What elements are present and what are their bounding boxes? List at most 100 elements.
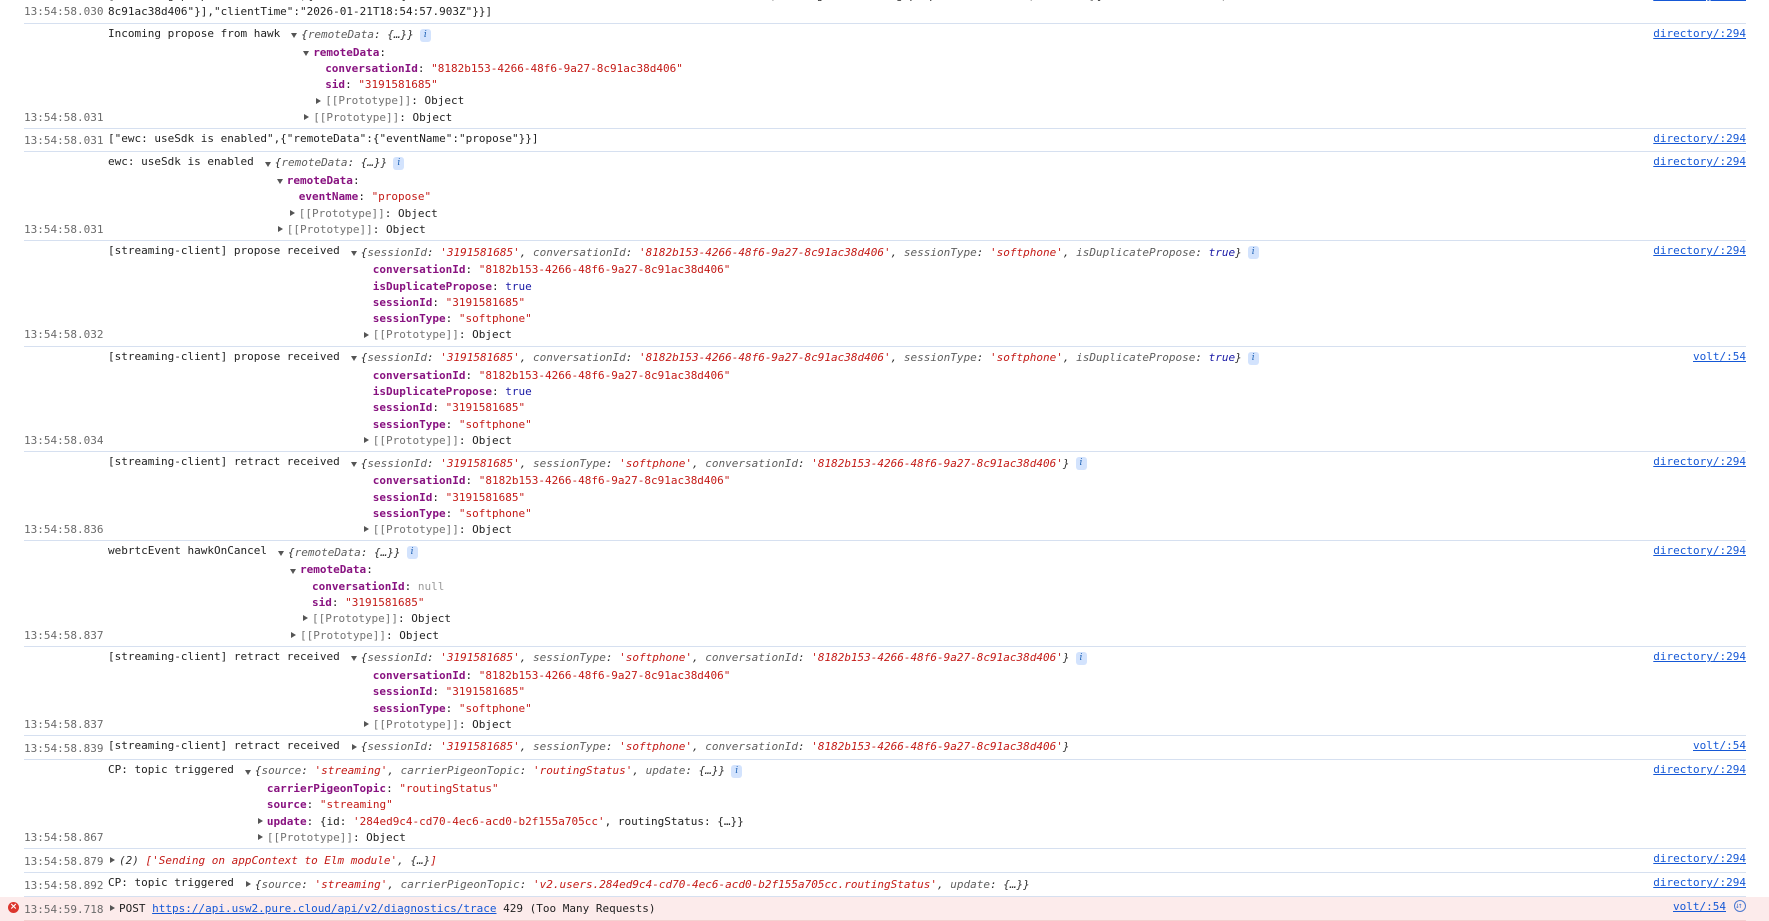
info-icon[interactable]: i	[406, 546, 418, 560]
collapsed-arrow-icon[interactable]	[362, 525, 373, 535]
expanded-arrow-icon[interactable]	[302, 48, 313, 58]
tree-line[interactable]: {remoteData: {…}} i	[290, 26, 683, 45]
tree-line[interactable]: [[Prototype]]: Object	[350, 433, 1259, 449]
source-link[interactable]: volt/:54	[1673, 738, 1746, 754]
info-icon[interactable]: i	[1075, 651, 1087, 665]
tree-line[interactable]: [[Prototype]]: Object	[350, 522, 1087, 538]
property-key: source	[266, 798, 307, 812]
info-icon[interactable]: i	[1247, 246, 1259, 260]
source-link[interactable]: directory/:294	[1633, 762, 1746, 778]
tree-line[interactable]: {sessionId: '3191581685', conversationId…	[350, 243, 1259, 262]
source-link[interactable]: directory/:294	[1633, 131, 1746, 147]
tree-line: sessionType: "softphone"	[350, 701, 1087, 717]
message-content: 13:54:58.836 [streaming-client] retract r…	[24, 452, 1746, 542]
tree-line[interactable]: update: {id: '284ed9c4-cd70-4ec6-acd0-b2…	[244, 814, 744, 830]
collapsed-arrow-icon[interactable]	[362, 436, 373, 446]
source-link[interactable]: directory/:294	[1633, 454, 1746, 470]
tree-line[interactable]: remoteData:	[264, 173, 438, 189]
expanded-arrow-icon[interactable]	[350, 653, 361, 663]
source-link[interactable]: directory/:294	[1633, 26, 1746, 42]
preview-punctuation: ,	[519, 456, 534, 470]
tree-line[interactable]: [[Prototype]]: Object	[290, 110, 683, 126]
collapsed-arrow-icon[interactable]	[301, 614, 312, 624]
collapsed-arrow-icon[interactable]	[256, 833, 267, 843]
property-key: conversationId	[372, 668, 466, 682]
collapsed-arrow-icon[interactable]	[362, 331, 373, 341]
timestamp: 13:54:59.718	[24, 902, 104, 916]
tree-line[interactable]: {sessionId: '3191581685', sessionType: '…	[350, 738, 1070, 757]
info-icon[interactable]: i	[1075, 457, 1087, 471]
expanded-arrow-icon[interactable]	[350, 248, 361, 258]
collapsed-arrow-icon[interactable]	[350, 743, 361, 753]
message-body: CP: topic triggered{source: 'streaming',…	[108, 762, 1633, 846]
tree-line[interactable]: {sessionId: '3191581685', sessionType: '…	[350, 649, 1087, 668]
text: :	[366, 563, 373, 577]
info-icon[interactable]: i	[1247, 351, 1259, 365]
source-link[interactable]: directory/:294	[1633, 243, 1746, 259]
expanded-arrow-icon[interactable]	[264, 159, 275, 169]
tree-line[interactable]: {remoteData: {…}} i	[264, 154, 438, 173]
string-value: "3191581685"	[445, 685, 526, 699]
tree-line[interactable]: [[Prototype]]: Object	[244, 830, 744, 846]
collapsed-arrow-icon[interactable]	[314, 97, 325, 107]
source-link[interactable]: directory/:294	[1633, 649, 1746, 665]
expanded-arrow-icon[interactable]	[277, 548, 288, 558]
tree-line[interactable]: remoteData:	[290, 45, 683, 61]
tree-line[interactable]: {source: 'streaming', carrierPigeonTopic…	[244, 875, 1030, 894]
tree-line[interactable]: remoteData:	[277, 562, 451, 578]
tree-line[interactable]: {remoteData: {…}} i	[277, 543, 451, 562]
source-link[interactable]: directory/:294	[1633, 543, 1746, 559]
tree-line[interactable]: POST https://api.usw2.pure.cloud/api/v2/…	[108, 899, 655, 918]
tree-line[interactable]: [[Prototype]]: Object	[350, 717, 1087, 733]
preview-punctuation: ,	[937, 877, 951, 891]
collapsed-arrow-icon[interactable]	[362, 720, 373, 730]
tree-line[interactable]: [[Prototype]]: Object	[277, 611, 451, 627]
arrow-spacer	[362, 387, 373, 397]
collapsed-arrow-icon[interactable]	[276, 225, 287, 235]
tree-line[interactable]: [[Prototype]]: Object	[277, 628, 451, 644]
tree-line[interactable]: [[Prototype]]: Object	[350, 327, 1259, 343]
object-tree: {remoteData: {…}} i remoteData: conversatio…	[290, 26, 683, 126]
collapsed-arrow-icon[interactable]	[302, 113, 313, 123]
tree-line[interactable]: {source: 'streaming', carrierPigeonTopic…	[244, 762, 744, 781]
tree-line[interactable]: {sessionId: '3191581685', conversationId…	[350, 349, 1259, 368]
timestamp: 13:54:58.839	[24, 741, 104, 755]
tree-line[interactable]: [[Prototype]]: Object	[290, 93, 683, 109]
object-tree: {source: 'streaming', carrierPigeonTopic…	[244, 875, 1030, 894]
tree-line[interactable]: [[Prototype]]: Object	[264, 206, 438, 222]
text: :	[432, 401, 446, 415]
tree-line[interactable]: [[Prototype]]: Object	[264, 222, 438, 238]
collapsed-arrow-icon[interactable]	[256, 817, 267, 827]
expanded-arrow-icon[interactable]	[276, 176, 287, 186]
preview-punctuation: ,	[519, 351, 534, 365]
property-key: remoteData	[299, 563, 367, 577]
collapsed-arrow-icon[interactable]	[288, 209, 299, 219]
source-link[interactable]: directory/:294	[1633, 154, 1746, 170]
boolean-value: true	[505, 279, 532, 293]
expanded-arrow-icon[interactable]	[290, 30, 301, 40]
preview-punctuation: {	[360, 651, 368, 665]
expanded-arrow-icon[interactable]	[244, 767, 255, 777]
info-icon[interactable]: i	[419, 28, 431, 42]
expanded-arrow-icon[interactable]	[350, 353, 361, 363]
expanded-arrow-icon[interactable]	[350, 459, 361, 469]
tree-line[interactable]: {sessionId: '3191581685', sessionType: '…	[350, 454, 1087, 473]
request-url-link[interactable]: https://api.usw2.pure.cloud/api/v2/diagn…	[152, 901, 496, 917]
network-request-icon[interactable]	[1734, 898, 1746, 915]
collapsed-arrow-icon[interactable]	[244, 880, 255, 890]
tree-line[interactable]: (2) ['Sending on appContext to Elm modul…	[108, 851, 437, 870]
source-link[interactable]: directory/:294	[1633, 851, 1746, 867]
preview-key: sessionId	[367, 245, 428, 259]
info-icon[interactable]: i	[393, 157, 405, 171]
collapsed-arrow-icon[interactable]	[289, 631, 300, 641]
source-link[interactable]: directory/:294	[1633, 875, 1746, 891]
collapsed-arrow-icon[interactable]	[108, 904, 119, 914]
source-link[interactable]: volt/:54	[1653, 899, 1726, 915]
collapsed-arrow-icon[interactable]	[108, 856, 119, 866]
expanded-arrow-icon[interactable]	[289, 566, 300, 576]
source-link[interactable]: directory/:294	[1633, 0, 1746, 4]
message-body: webrtcEvent hawkOnCancel{remoteData: {…}…	[108, 543, 1633, 643]
string-value: "3191581685"	[445, 401, 526, 415]
info-icon[interactable]: i	[731, 765, 743, 779]
source-link[interactable]: volt/:54	[1673, 349, 1746, 365]
